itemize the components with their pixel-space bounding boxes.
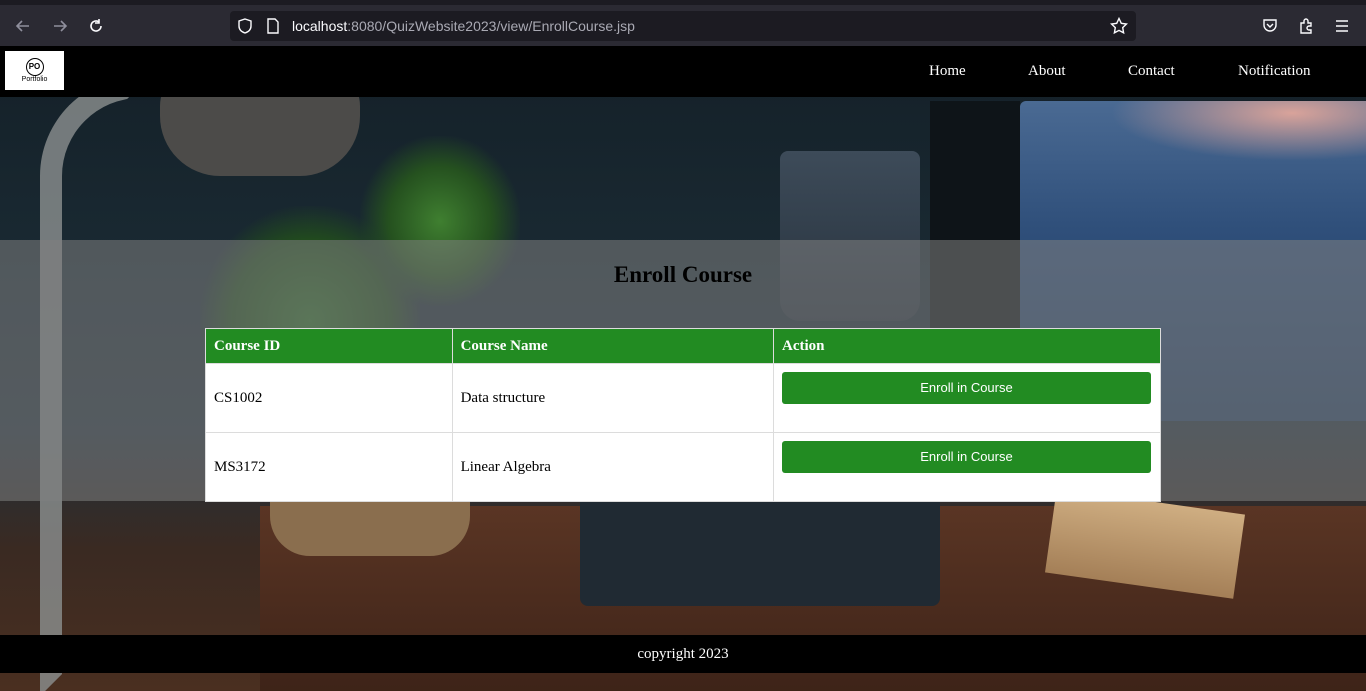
action-cell: Enroll in Course (772, 363, 1162, 433)
course-id-cell: MS3172 (205, 432, 453, 502)
site-footer: copyright 2023 (0, 635, 1366, 673)
nav-home[interactable]: Home (929, 63, 966, 80)
browser-toolbar: localhost:8080/QuizWebsite2023/view/Enro… (0, 0, 1366, 46)
table-header-row: Course ID Course Name Action (205, 328, 1162, 364)
extensions-icon[interactable] (1293, 13, 1319, 39)
forward-arrow-icon[interactable] (47, 13, 73, 39)
table-row: CS1002 Data structure Enroll in Course (205, 363, 1162, 433)
reload-icon[interactable] (83, 13, 109, 39)
nav-contact[interactable]: Contact (1128, 63, 1175, 80)
column-header-action: Action (772, 328, 1162, 364)
column-header-course-id: Course ID (205, 328, 453, 364)
logo-text: Portfolio (21, 75, 48, 83)
courses-table: Course ID Course Name Action CS1002 Data… (205, 328, 1162, 502)
pocket-icon[interactable] (1257, 13, 1283, 39)
web-page: PO Portfolio Home About Contact Notifica… (0, 46, 1366, 691)
enroll-panel: Enroll Course Course ID Course Name Acti… (0, 240, 1366, 502)
url-path: :8080/QuizWebsite2023/view/EnrollCourse.… (347, 18, 635, 34)
nav-notification[interactable]: Notification (1238, 63, 1310, 80)
logo-mark: PO (25, 57, 44, 76)
site-logo[interactable]: PO Portfolio (5, 51, 64, 90)
table-row: MS3172 Linear Algebra Enroll in Course (205, 432, 1162, 502)
course-id-cell: CS1002 (205, 363, 453, 433)
back-arrow-icon[interactable] (10, 13, 36, 39)
action-cell: Enroll in Course (772, 432, 1162, 502)
shield-icon[interactable] (236, 17, 254, 35)
course-name-cell: Data structure (451, 363, 774, 433)
page-icon[interactable] (264, 17, 282, 35)
site-header: PO Portfolio Home About Contact Notifica… (0, 46, 1366, 97)
course-name-cell: Linear Algebra (451, 432, 774, 502)
column-header-course-name: Course Name (451, 328, 774, 364)
menu-icon[interactable] (1329, 13, 1355, 39)
url-text[interactable]: localhost:8080/QuizWebsite2023/view/Enro… (292, 18, 635, 34)
address-bar[interactable]: localhost:8080/QuizWebsite2023/view/Enro… (230, 11, 1136, 41)
enroll-button[interactable]: Enroll in Course (781, 441, 1151, 473)
url-host: localhost (292, 18, 348, 34)
enroll-button[interactable]: Enroll in Course (781, 372, 1151, 404)
star-icon[interactable] (1110, 17, 1128, 35)
page-title: Enroll Course (613, 262, 753, 287)
nav-about[interactable]: About (1028, 63, 1066, 80)
